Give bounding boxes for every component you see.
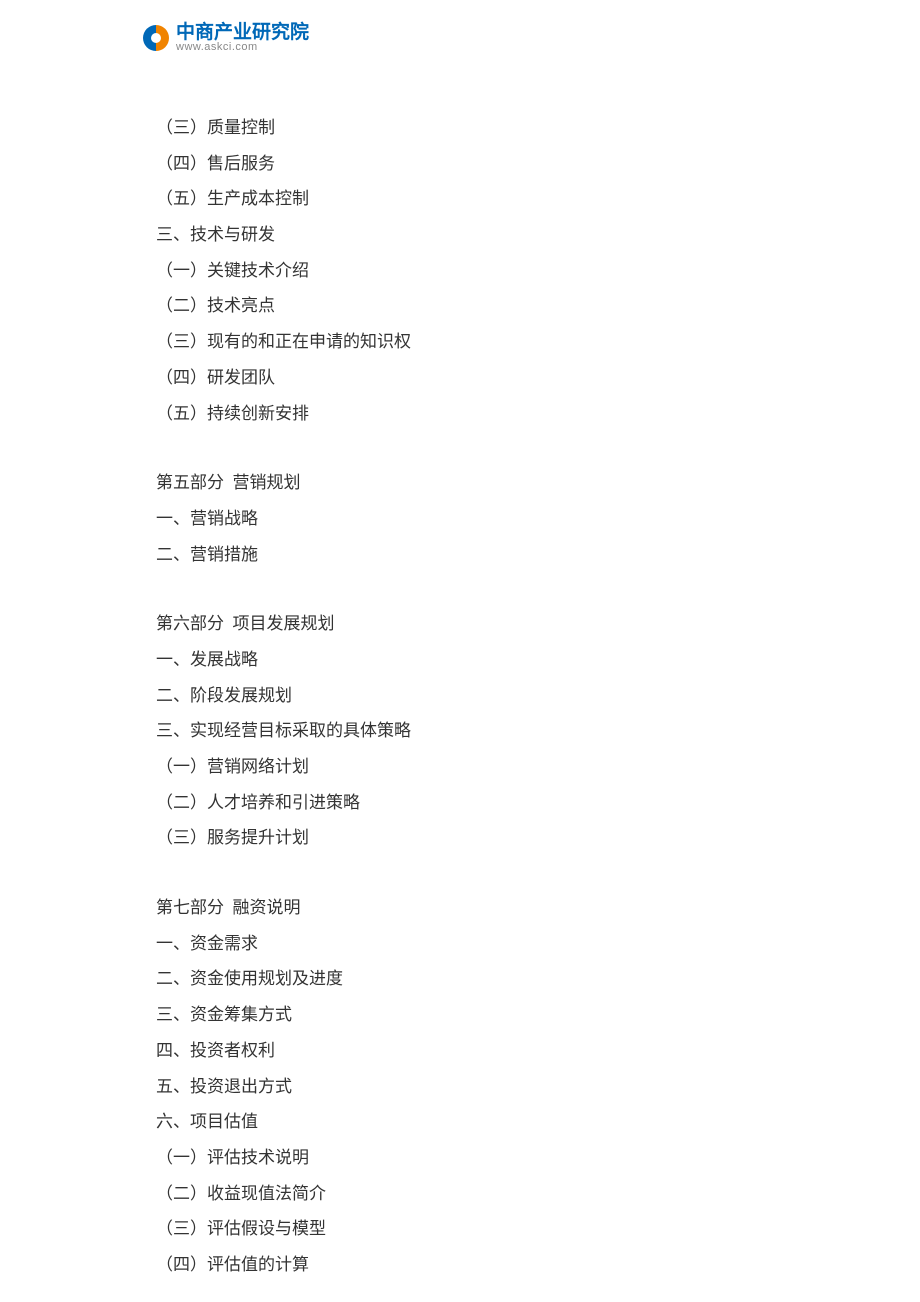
toc-item: （二）技术亮点 (156, 288, 776, 324)
section-title: 第五部分 营销规划 (156, 465, 776, 501)
toc-item: 二、阶段发展规划 (156, 678, 776, 714)
toc-item: （三）服务提升计划 (156, 820, 776, 856)
logo-icon (140, 22, 172, 54)
toc-item: 四、投资者权利 (156, 1033, 776, 1069)
toc-item: 三、技术与研发 (156, 217, 776, 253)
toc-item: （一）营销网络计划 (156, 749, 776, 785)
toc-item: （四）研发团队 (156, 360, 776, 396)
document-content: （三）质量控制 （四）售后服务 （五）生产成本控制 三、技术与研发 （一）关键技… (156, 110, 776, 1283)
toc-item: （二）收益现值法简介 (156, 1176, 776, 1212)
toc-item: 五、投资退出方式 (156, 1069, 776, 1105)
toc-item: 三、实现经营目标采取的具体策略 (156, 713, 776, 749)
toc-item: （四）售后服务 (156, 146, 776, 182)
toc-item: （五）生产成本控制 (156, 181, 776, 217)
toc-item: （三）质量控制 (156, 110, 776, 146)
toc-item: 一、资金需求 (156, 926, 776, 962)
section-title: 第七部分 融资说明 (156, 890, 776, 926)
section-title: 第六部分 项目发展规划 (156, 606, 776, 642)
toc-item: 六、项目估值 (156, 1104, 776, 1140)
logo: 中商产业研究院 www.askci.com (140, 22, 309, 54)
toc-item: 三、资金筹集方式 (156, 997, 776, 1033)
logo-title: 中商产业研究院 (176, 23, 309, 42)
toc-item: （三）现有的和正在申请的知识权 (156, 324, 776, 360)
toc-item: 二、营销措施 (156, 537, 776, 573)
logo-subtitle: www.askci.com (176, 42, 309, 53)
logo-text: 中商产业研究院 www.askci.com (176, 23, 309, 53)
toc-item: （五）持续创新安排 (156, 396, 776, 432)
toc-item: 一、发展战略 (156, 642, 776, 678)
toc-item: （一）评估技术说明 (156, 1140, 776, 1176)
toc-item: （三）评估假设与模型 (156, 1211, 776, 1247)
toc-item: （二）人才培养和引进策略 (156, 785, 776, 821)
toc-item: （一）关键技术介绍 (156, 253, 776, 289)
toc-item: 一、营销战略 (156, 501, 776, 537)
toc-item: （四）评估值的计算 (156, 1247, 776, 1283)
toc-item: 二、资金使用规划及进度 (156, 961, 776, 997)
